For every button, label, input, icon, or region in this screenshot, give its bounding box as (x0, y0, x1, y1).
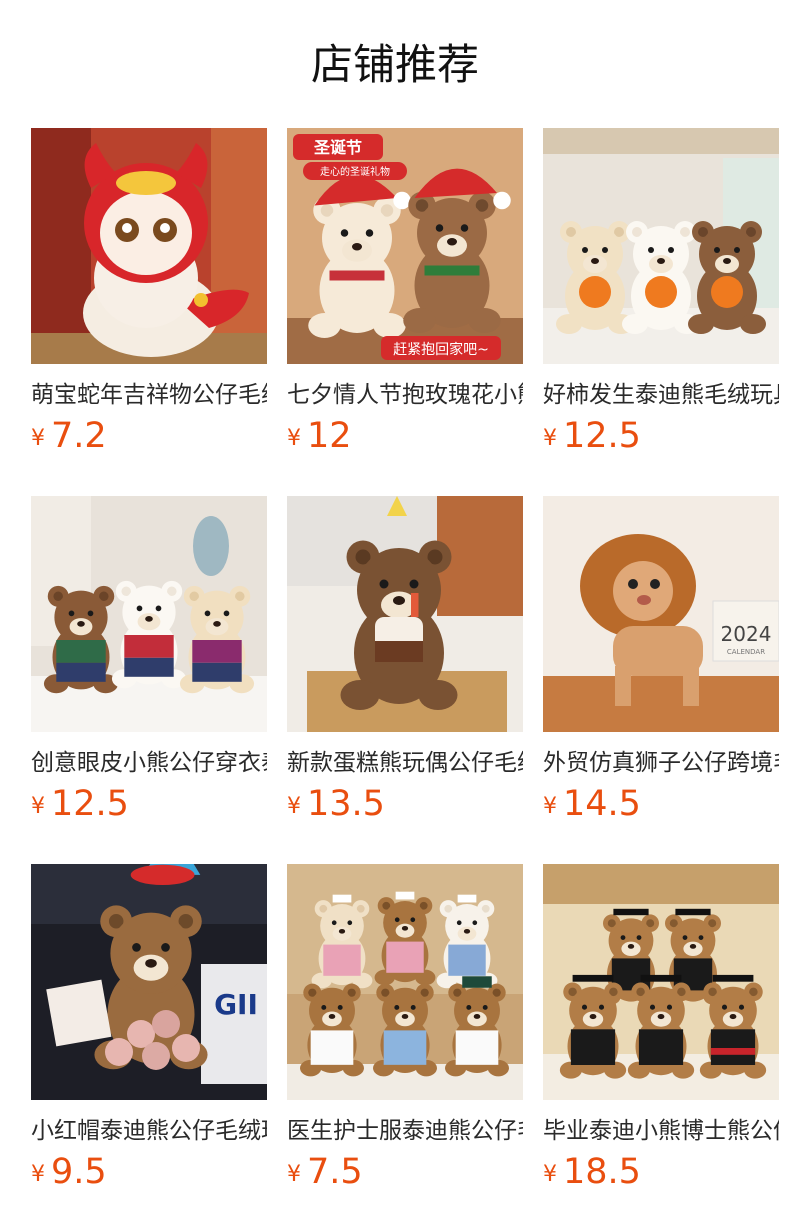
product-card[interactable]: 2024 CALENDAR 外贸仿真狮子公仔跨境毛绒玩具¥14.5 (543, 496, 779, 836)
product-image[interactable] (543, 864, 779, 1100)
product-name[interactable]: 外贸仿真狮子公仔跨境毛绒玩具 (543, 746, 779, 780)
product-card[interactable]: 毕业泰迪小熊博士熊公仔 ¥18.5 (543, 864, 779, 1204)
shop-recommend-page: 店铺推荐 萌宝蛇年吉祥物公仔毛绒玩具¥7.2 圣诞节 走心的圣诞礼物 (0, 0, 790, 1232)
svg-text:2024: 2024 (721, 622, 772, 646)
product-name[interactable]: 好柿发生泰迪熊毛绒玩具公仔 (543, 378, 779, 412)
product-name[interactable]: 创意眼皮小熊公仔穿衣泰迪熊 (31, 746, 267, 780)
product-price: ¥7.2 (31, 414, 107, 458)
product-image[interactable] (31, 496, 267, 732)
currency-symbol: ¥ (543, 1162, 557, 1187)
currency-symbol: ¥ (543, 794, 557, 819)
price-value: 18.5 (563, 1152, 641, 1192)
currency-symbol: ¥ (31, 426, 45, 451)
currency-symbol: ¥ (543, 426, 557, 451)
product-card[interactable]: 好柿发生泰迪熊毛绒玩具公仔¥12.5 (543, 128, 779, 468)
product-image[interactable] (287, 496, 523, 732)
product-image[interactable] (543, 128, 779, 364)
price-value: 7.5 (307, 1152, 363, 1192)
price-value: 13.5 (307, 784, 385, 824)
product-name[interactable]: 医生护士服泰迪熊公仔毛绒玩具 (287, 1114, 523, 1148)
price-value: 14.5 (563, 784, 641, 824)
product-image[interactable]: 2024 CALENDAR (543, 496, 779, 732)
product-price: ¥9.5 (31, 1150, 107, 1194)
price-value: 12 (307, 416, 352, 456)
price-value: 9.5 (51, 1152, 107, 1192)
svg-text:圣诞节: 圣诞节 (313, 138, 362, 157)
product-card[interactable]: 医生护士服泰迪熊公仔毛绒玩具¥7.5 (287, 864, 523, 1204)
section-title: 店铺推荐 (310, 40, 479, 89)
product-price: ¥13.5 (287, 782, 385, 826)
product-card[interactable]: 创意眼皮小熊公仔穿衣泰迪熊¥12.5 (31, 496, 267, 836)
product-name[interactable]: 萌宝蛇年吉祥物公仔毛绒玩具 (31, 378, 267, 412)
product-price: ¥14.5 (543, 782, 641, 826)
product-image[interactable] (287, 864, 523, 1100)
product-price: ¥12.5 (31, 782, 129, 826)
svg-text:GII: GII (214, 988, 258, 1021)
product-card[interactable]: 萌宝蛇年吉祥物公仔毛绒玩具¥7.2 (31, 128, 267, 468)
product-card[interactable]: GII 小红帽泰迪熊公仔毛绒玩具¥9.5 (31, 864, 267, 1204)
product-card[interactable]: 新款蛋糕熊玩偶公仔毛绒玩具¥13.5 (287, 496, 523, 836)
product-price: ¥12.5 (543, 414, 641, 458)
product-card[interactable]: 圣诞节 走心的圣诞礼物 赶紧抱回家吧~七夕情人节抱玫瑰花小熊 (287, 128, 523, 468)
price-value: 7.2 (51, 416, 107, 456)
product-price: ¥7.5 (287, 1150, 363, 1194)
product-price: ¥18.5 (543, 1150, 641, 1194)
svg-text:CALENDAR: CALENDAR (727, 648, 765, 656)
product-image[interactable]: GII (31, 864, 267, 1100)
currency-symbol: ¥ (287, 1162, 301, 1187)
currency-symbol: ¥ (31, 794, 45, 819)
svg-text:赶紧抱回家吧~: 赶紧抱回家吧~ (393, 341, 489, 358)
price-value: 12.5 (51, 784, 129, 824)
product-name[interactable]: 新款蛋糕熊玩偶公仔毛绒玩具 (287, 746, 523, 780)
product-name[interactable]: 毕业泰迪小熊博士熊公仔 (543, 1114, 779, 1148)
currency-symbol: ¥ (287, 426, 301, 451)
product-image[interactable] (31, 128, 267, 364)
currency-symbol: ¥ (287, 794, 301, 819)
currency-symbol: ¥ (31, 1162, 45, 1187)
product-name[interactable]: 小红帽泰迪熊公仔毛绒玩具 (31, 1114, 267, 1148)
product-name[interactable]: 七夕情人节抱玫瑰花小熊公仔 (287, 378, 523, 412)
product-price: ¥12 (287, 414, 352, 458)
price-value: 12.5 (563, 416, 641, 456)
product-image[interactable]: 圣诞节 走心的圣诞礼物 赶紧抱回家吧~ (287, 128, 523, 364)
